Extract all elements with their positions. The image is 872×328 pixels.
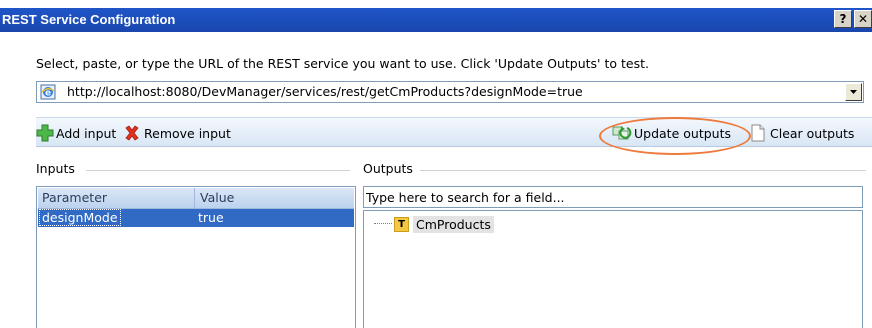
outputs-group-label: Outputs: [363, 161, 417, 176]
url-dropdown-button[interactable]: [845, 83, 862, 101]
clear-outputs-button[interactable]: Clear outputs: [751, 124, 854, 142]
url-value[interactable]: http://localhost:8080/DevManager/service…: [67, 84, 583, 99]
column-header-value[interactable]: Value: [200, 190, 234, 205]
refresh-icon: [612, 126, 632, 140]
search-input[interactable]: [366, 188, 856, 206]
type-badge-icon: T: [394, 216, 409, 232]
outputs-group-divider: [420, 170, 866, 171]
toolbar: Add input Remove input Update outputs Cl…: [36, 117, 872, 147]
remove-input-button[interactable]: Remove input: [124, 124, 231, 142]
value-cell[interactable]: true: [198, 210, 224, 225]
rest-service-config-dialog: REST Service Configuration ? ✕ Select, p…: [0, 0, 872, 328]
tree-connector: [374, 223, 392, 225]
internet-explorer-page-icon: e: [40, 84, 56, 100]
column-header-parameter[interactable]: Parameter: [42, 190, 107, 205]
window-title: REST Service Configuration: [2, 12, 176, 27]
parameter-cell[interactable]: designMode: [39, 209, 121, 226]
url-combobox[interactable]: e http://localhost:8080/DevManager/servi…: [36, 81, 864, 103]
title-buttons: ? ✕: [834, 10, 872, 28]
help-button[interactable]: ?: [834, 10, 852, 28]
remove-input-label: Remove input: [144, 125, 231, 141]
update-outputs-button[interactable]: Update outputs: [612, 124, 731, 142]
green-plus-icon: [36, 124, 54, 142]
inputs-group-label: Inputs: [36, 161, 79, 176]
close-button[interactable]: ✕: [854, 10, 872, 28]
grid-header: Parameter Value: [38, 188, 354, 209]
instruction-text: Select, paste, or type the URL of the RE…: [36, 56, 649, 71]
inputs-group-divider: [86, 170, 350, 171]
blank-page-icon: [751, 124, 765, 142]
table-row[interactable]: designMode true: [38, 209, 354, 227]
title-bar: REST Service Configuration ? ✕: [0, 8, 872, 32]
add-input-label: Add input: [56, 125, 117, 141]
outputs-search-field[interactable]: [363, 186, 863, 208]
add-input-button[interactable]: Add input: [36, 124, 116, 142]
red-x-icon: [125, 125, 139, 141]
tree-node[interactable]: T CmProducts: [374, 214, 494, 234]
clear-outputs-label: Clear outputs: [770, 125, 855, 141]
tree-node-label[interactable]: CmProducts: [413, 215, 494, 233]
outputs-tree: T CmProducts: [363, 210, 863, 328]
update-outputs-label: Update outputs: [634, 125, 731, 141]
column-separator[interactable]: [194, 188, 195, 208]
chevron-down-icon: [850, 90, 857, 94]
inputs-grid: Parameter Value designMode true: [36, 186, 356, 328]
